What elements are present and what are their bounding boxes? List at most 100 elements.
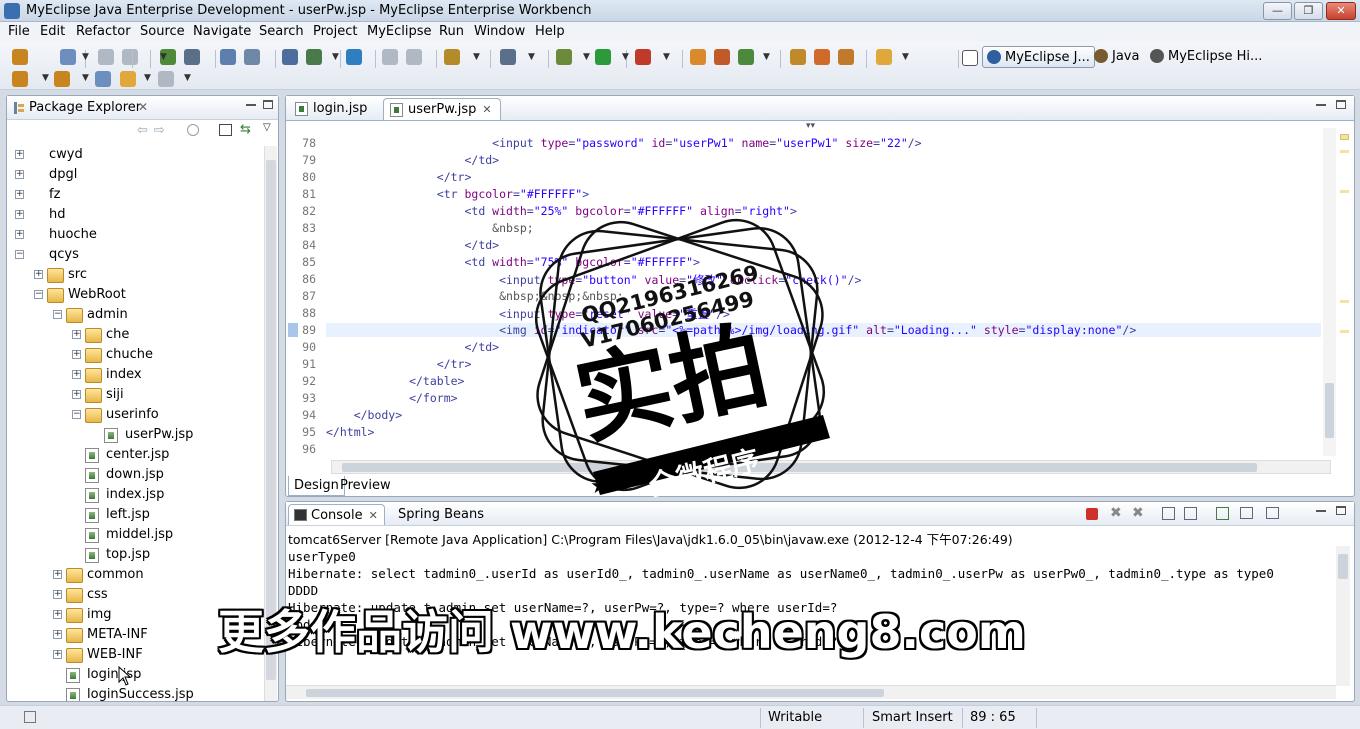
tree-item-index[interactable]: + index — [7, 366, 264, 386]
close-button[interactable]: ✕ — [1326, 2, 1356, 20]
print-icon[interactable] — [122, 49, 138, 65]
tree-item-left-jsp[interactable]: left.jsp — [7, 506, 264, 526]
menu-project[interactable]: Project — [313, 24, 357, 39]
dropdown-arrow-icon[interactable]: ▼ — [42, 73, 49, 83]
menu-search[interactable]: Search — [259, 24, 304, 39]
perspective-0[interactable]: MyEclipse J... — [982, 46, 1095, 68]
tree-item-huoche[interactable]: + huoche — [7, 226, 264, 246]
run-icon[interactable] — [595, 49, 611, 65]
close-tab-icon[interactable]: ✕ — [482, 103, 491, 116]
terminate-icon[interactable] — [1086, 508, 1098, 520]
dropdown-arrow-icon[interactable]: ▼ — [160, 52, 167, 62]
scrollbar-thumb[interactable] — [1325, 383, 1334, 438]
tree-item-center-jsp[interactable]: center.jsp — [7, 446, 264, 466]
open-icon[interactable] — [382, 49, 398, 65]
tree-item-admin[interactable]: − admin — [7, 306, 264, 326]
expand-icon[interactable]: + — [15, 210, 24, 219]
menu-refactor[interactable]: Refactor — [76, 24, 131, 39]
clear-console-icon[interactable] — [1162, 507, 1175, 520]
dropdown-arrow-icon[interactable]: ▼ — [332, 52, 339, 62]
tree-item-dpgl[interactable]: + dpgl — [7, 166, 264, 186]
maximize-console-icon[interactable] — [1336, 506, 1346, 515]
minimize-button[interactable]: — — [1263, 2, 1292, 20]
open-perspective-icon[interactable] — [690, 49, 706, 65]
open-perspective-icon[interactable] — [962, 50, 978, 66]
remove-launch-icon[interactable]: ✖ — [1110, 505, 1122, 521]
expand-icon[interactable]: + — [72, 390, 81, 399]
dropdown-arrow-icon[interactable]: ▼ — [82, 52, 89, 62]
menu-file[interactable]: File — [8, 24, 30, 39]
collapse-icon[interactable]: − — [34, 290, 43, 299]
scrollbar-thumb[interactable] — [306, 689, 884, 697]
tree-item-login-jsp[interactable]: login.jsp — [7, 666, 264, 686]
server-icon[interactable] — [184, 49, 200, 65]
tree-item-src[interactable]: + src — [7, 266, 264, 286]
expand-icon[interactable]: + — [53, 630, 62, 639]
expand-icon[interactable]: + — [15, 190, 24, 199]
expand-icon[interactable]: + — [72, 330, 81, 339]
fast-view-icon[interactable] — [24, 711, 36, 723]
dropdown-arrow-icon[interactable]: ▼ — [663, 52, 670, 62]
minimize-editor-icon[interactable] — [1316, 104, 1326, 106]
console-tab-console[interactable]: Console ✕ — [288, 504, 385, 525]
new-ejb-icon[interactable] — [244, 49, 260, 65]
new-wizard-icon[interactable] — [444, 49, 460, 65]
pin-console-icon[interactable] — [1216, 507, 1229, 520]
menu-window[interactable]: Window — [474, 24, 525, 39]
back-icon[interactable] — [120, 71, 136, 87]
tree-item-siji[interactable]: + siji — [7, 386, 264, 406]
external-tools-icon[interactable] — [500, 49, 516, 65]
run-external-icon[interactable] — [635, 49, 651, 65]
refresh-icon[interactable] — [738, 49, 754, 65]
dropdown-arrow-icon[interactable]: ▼ — [82, 73, 89, 83]
browser-icon[interactable] — [346, 49, 362, 65]
menu-run[interactable]: Run — [439, 24, 464, 39]
tree-item-userinfo[interactable]: − userinfo — [7, 406, 264, 426]
tree-item-hd[interactable]: + hd — [7, 206, 264, 226]
dropdown-arrow-icon[interactable]: ▼ — [528, 52, 535, 62]
expand-icon[interactable]: + — [34, 270, 43, 279]
scroll-lock-icon[interactable] — [1184, 507, 1197, 520]
package-explorer-title[interactable]: Package Explorer — [29, 100, 141, 115]
display-console-icon[interactable] — [1240, 507, 1253, 519]
collapse-all-icon[interactable] — [219, 124, 232, 136]
view-menu-icon[interactable]: ▽ — [263, 122, 271, 133]
open-type-hierarchy-icon[interactable] — [790, 49, 806, 65]
expand-icon[interactable]: + — [72, 370, 81, 379]
tree-item-che[interactable]: + che — [7, 326, 264, 346]
scrollbar-thumb[interactable] — [1338, 554, 1348, 579]
menu-myeclipse[interactable]: MyEclipse — [367, 24, 432, 39]
link-editor-icon[interactable] — [187, 124, 199, 136]
forward-icon[interactable] — [158, 71, 174, 87]
maximize-editor-icon[interactable] — [1336, 100, 1346, 109]
expand-icon[interactable]: + — [15, 170, 24, 179]
folder-icon[interactable] — [876, 49, 892, 65]
open-console-icon[interactable] — [1266, 507, 1279, 519]
minimize-console-icon[interactable] — [1316, 510, 1326, 512]
minimize-view-icon[interactable] — [246, 104, 256, 106]
back-forward-icons[interactable]: ⇦⇨ — [137, 123, 171, 138]
search-icon[interactable] — [814, 49, 830, 65]
next-annotation-icon[interactable] — [12, 71, 28, 87]
save-icon[interactable] — [98, 49, 114, 65]
dropdown-arrow-icon[interactable]: ▼ — [184, 73, 191, 83]
menu-help[interactable]: Help — [535, 24, 565, 39]
tree-item-middel-jsp[interactable]: middel.jsp — [7, 526, 264, 546]
dropdown-arrow-icon[interactable]: ▼ — [763, 52, 770, 62]
dropdown-arrow-icon[interactable]: ▼ — [622, 52, 629, 62]
dropdown-arrow-icon[interactable]: ▼ — [473, 52, 480, 62]
editor-vertical-scrollbar[interactable] — [1323, 128, 1336, 456]
collapse-icon[interactable]: − — [53, 310, 62, 319]
close-tab-icon[interactable]: ✕ — [369, 509, 378, 522]
collapse-icon[interactable]: − — [15, 250, 24, 259]
expand-icon[interactable]: + — [53, 610, 62, 619]
tree-item-index-jsp[interactable]: index.jsp — [7, 486, 264, 506]
tree-item-fz[interactable]: + fz — [7, 186, 264, 206]
new-icon[interactable] — [60, 49, 76, 65]
expand-icon[interactable]: + — [53, 590, 62, 599]
dropdown-arrow-icon[interactable]: ▼ — [902, 52, 909, 62]
menu-source[interactable]: Source — [140, 24, 185, 39]
dropdown-arrow-icon[interactable]: ▼ — [144, 73, 151, 83]
last-edit-icon[interactable] — [95, 71, 111, 87]
tree-item-userpw-jsp[interactable]: userPw.jsp — [7, 426, 264, 446]
